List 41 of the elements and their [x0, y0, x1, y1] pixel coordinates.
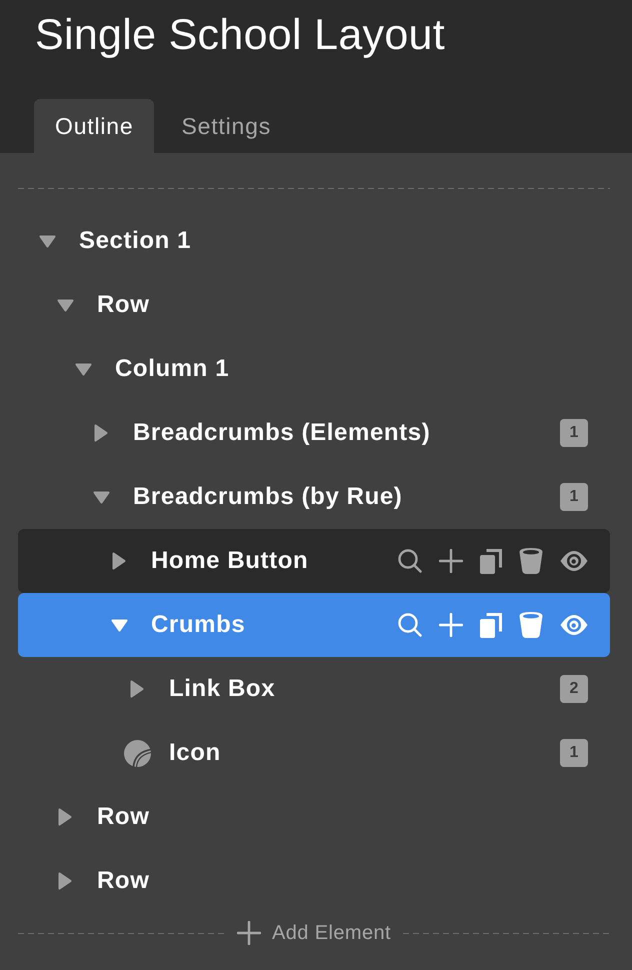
plus-icon[interactable] — [237, 921, 262, 945]
tree-row[interactable]: Home Button — [18, 529, 610, 593]
count-badge: 1 — [560, 483, 588, 511]
tree-item-label[interactable]: Row — [97, 291, 150, 319]
plus-icon[interactable] — [439, 549, 463, 573]
copy-icon[interactable] — [480, 548, 502, 574]
tree-item-label[interactable]: Home Button — [151, 547, 308, 575]
count-badge: 1 — [560, 419, 588, 447]
caret-icon[interactable] — [130, 680, 144, 698]
caret-icon[interactable] — [74, 362, 92, 376]
panel-title: Single School Layout — [35, 11, 446, 60]
tree-row[interactable]: Crumbs — [18, 593, 610, 657]
trash-icon[interactable] — [519, 548, 543, 574]
tab[interactable]: Settings — [160, 99, 292, 153]
tree-item-label[interactable]: Row — [97, 803, 150, 831]
tree-item-label[interactable]: Breadcrumbs (by Rue) — [133, 483, 402, 511]
count-badge: 1 — [560, 739, 588, 767]
caret-icon[interactable] — [38, 234, 56, 248]
sticker-icon — [124, 740, 150, 766]
tree-item-label[interactable]: Icon — [169, 739, 221, 767]
tree-item-label[interactable]: Breadcrumbs (Elements) — [133, 419, 430, 447]
eye-icon[interactable] — [560, 551, 588, 571]
tree-item-label[interactable]: Column 1 — [115, 355, 230, 383]
caret-icon[interactable] — [58, 872, 72, 890]
caret-icon[interactable] — [56, 298, 74, 312]
search-icon[interactable] — [398, 613, 422, 637]
search-icon[interactable] — [398, 549, 422, 573]
trash-icon[interactable] — [519, 612, 543, 638]
tree-item-label[interactable]: Link Box — [169, 675, 276, 703]
copy-icon[interactable] — [480, 612, 502, 638]
tree-item-label[interactable]: Crumbs — [151, 611, 246, 639]
caret-icon[interactable] — [112, 552, 126, 570]
add-element-button[interactable]: Add Element — [225, 921, 403, 945]
eye-icon[interactable] — [560, 615, 588, 635]
caret-icon[interactable] — [94, 424, 108, 442]
caret-icon[interactable] — [92, 490, 110, 504]
caret-icon[interactable] — [58, 808, 72, 826]
tree-item-label[interactable]: Row — [97, 867, 150, 895]
tab[interactable]: Outline — [34, 99, 154, 153]
count-badge: 2 — [560, 675, 588, 703]
tree-item-label[interactable]: Section 1 — [79, 227, 192, 255]
